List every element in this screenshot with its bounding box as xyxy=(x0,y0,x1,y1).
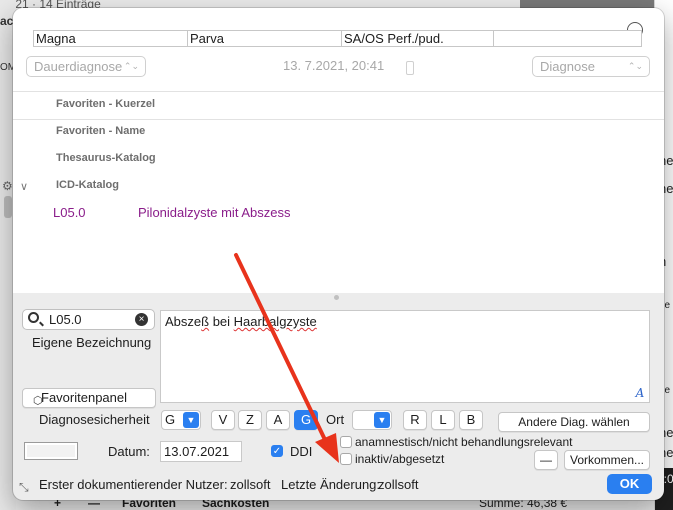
grid-cell-parva[interactable]: Parva xyxy=(188,31,342,46)
date-stepper xyxy=(406,61,414,75)
spellcheck-marked-word: Haarbalgzyste xyxy=(233,314,317,329)
ddi-checkbox[interactable]: ✓ xyxy=(271,445,283,457)
text-format-icon[interactable]: A xyxy=(633,386,647,400)
footer-letzte-label: Letzte Änderung: xyxy=(281,477,381,492)
search-input[interactable]: L05.0 × xyxy=(22,309,155,330)
search-icon xyxy=(28,312,39,323)
ddi-label: DDI xyxy=(290,444,313,459)
tree-thesaurus-katalog[interactable]: Thesaurus-Katalog xyxy=(56,152,156,164)
favoritenpanel-button[interactable]: ⬡ Favoritenpanel xyxy=(22,388,156,408)
dialog-upper-area: … Magna Parva SA/OS Perf./pud. Dauerdiag… xyxy=(13,8,664,293)
textarea-word: bei xyxy=(209,314,234,329)
diagnosesicherheit-select[interactable]: G ▼ xyxy=(161,410,201,430)
favoritenpanel-label: Favoritenpanel xyxy=(41,390,127,405)
color-well[interactable] xyxy=(24,442,78,460)
diagnosesicherheit-value: G xyxy=(165,412,176,427)
inaktiv-checkbox[interactable] xyxy=(340,453,352,465)
sicherheit-g-button[interactable]: G xyxy=(294,410,318,430)
ort-select[interactable]: ▼ xyxy=(352,410,392,430)
spellcheck-marked-char: ß xyxy=(201,314,210,329)
inaktiv-label: inaktiv/abgesetzt xyxy=(355,452,445,466)
anamnestisch-label: anamnestisch/nicht behandlungsrelevant xyxy=(355,435,573,449)
diagnose-dialog: … Magna Parva SA/OS Perf./pud. Dauerdiag… xyxy=(13,8,664,500)
chevron-updown-icon: ⌃⌄ xyxy=(627,61,643,71)
result-code[interactable]: L05.0 xyxy=(53,205,86,220)
quick-select-row: Magna Parva SA/OS Perf./pud. xyxy=(33,30,642,47)
background-scroll-thumb xyxy=(4,196,12,218)
date-time-field: 13. 7.2021, 20:41 xyxy=(283,58,385,73)
split-view-grip[interactable] xyxy=(334,295,339,300)
chevron-down-icon: ▼ xyxy=(374,412,390,428)
ort-label: Ort xyxy=(326,412,345,427)
andere-diag-waehlen-button[interactable]: Andere Diag. wählen xyxy=(498,412,650,432)
diagnose-type-value: Diagnose xyxy=(540,59,595,74)
grid-cell-magna[interactable]: Magna xyxy=(34,31,188,46)
eigene-bezeichnung-textarea[interactable]: Abszeß bei Haarbalgzyste A xyxy=(160,310,650,403)
chevron-down-icon: ▼ xyxy=(183,412,199,428)
dauerdiagnose-popup[interactable]: Dauerdiagnose ⌃⌄ xyxy=(26,56,146,77)
footer-erster-label: Erster dokumentierender Nutzer: xyxy=(39,477,228,492)
dauerdiagnose-value: Dauerdiagnose xyxy=(34,59,123,74)
vorkommen-button[interactable]: Vorkommen... xyxy=(564,450,650,470)
chevron-down-icon[interactable]: ∨ xyxy=(20,180,28,193)
seite-l-button[interactable]: L xyxy=(431,410,455,430)
sicherheit-v-button[interactable]: V xyxy=(211,410,235,430)
resize-arrows-icon[interactable]: ⤡ xyxy=(19,480,29,495)
search-value: L05.0 xyxy=(49,312,82,327)
diagnosesicherheit-label: Diagnosesicherheit xyxy=(39,412,150,427)
tree-favoriten-kuerzel[interactable]: Favoriten - Kuerzel xyxy=(56,98,155,110)
footer-erster-value: zollsoft xyxy=(230,477,271,492)
chevron-updown-icon: ⌃⌄ xyxy=(123,61,139,71)
textarea-word: Absze xyxy=(165,314,202,329)
footer-letzte-value: zollsoft xyxy=(378,477,419,492)
tree-favoriten-name[interactable]: Favoriten - Name xyxy=(56,125,145,137)
seite-r-button[interactable]: R xyxy=(403,410,427,430)
datum-label: Datum: xyxy=(108,444,150,459)
gear-icon: ⚙ xyxy=(2,179,13,193)
divider xyxy=(13,119,664,120)
tree-icd-katalog[interactable]: ICD-Katalog xyxy=(56,179,119,191)
ok-button[interactable]: OK xyxy=(607,474,652,494)
anamnestisch-checkbox[interactable] xyxy=(340,436,352,448)
seite-b-button[interactable]: B xyxy=(459,410,483,430)
divider xyxy=(13,91,664,92)
remove-button[interactable]: — xyxy=(534,450,558,470)
eigene-bezeichnung-label: Eigene Bezeichnung xyxy=(32,335,152,350)
result-text[interactable]: Pilonidalzyste mit Abszess xyxy=(138,205,290,220)
background-left-fragment: ac xyxy=(0,14,14,28)
cube-icon: ⬡ xyxy=(33,395,43,407)
clear-icon[interactable]: × xyxy=(135,313,148,326)
grid-cell-perf[interactable]: SA/OS Perf./pud. xyxy=(342,31,494,46)
datum-field[interactable]: 13.07.2021 xyxy=(160,441,242,462)
grid-cell-empty[interactable] xyxy=(494,31,641,46)
diagnose-type-popup[interactable]: Diagnose ⌃⌄ xyxy=(532,56,650,77)
sicherheit-a-button[interactable]: A xyxy=(266,410,290,430)
sicherheit-z-button[interactable]: Z xyxy=(238,410,262,430)
